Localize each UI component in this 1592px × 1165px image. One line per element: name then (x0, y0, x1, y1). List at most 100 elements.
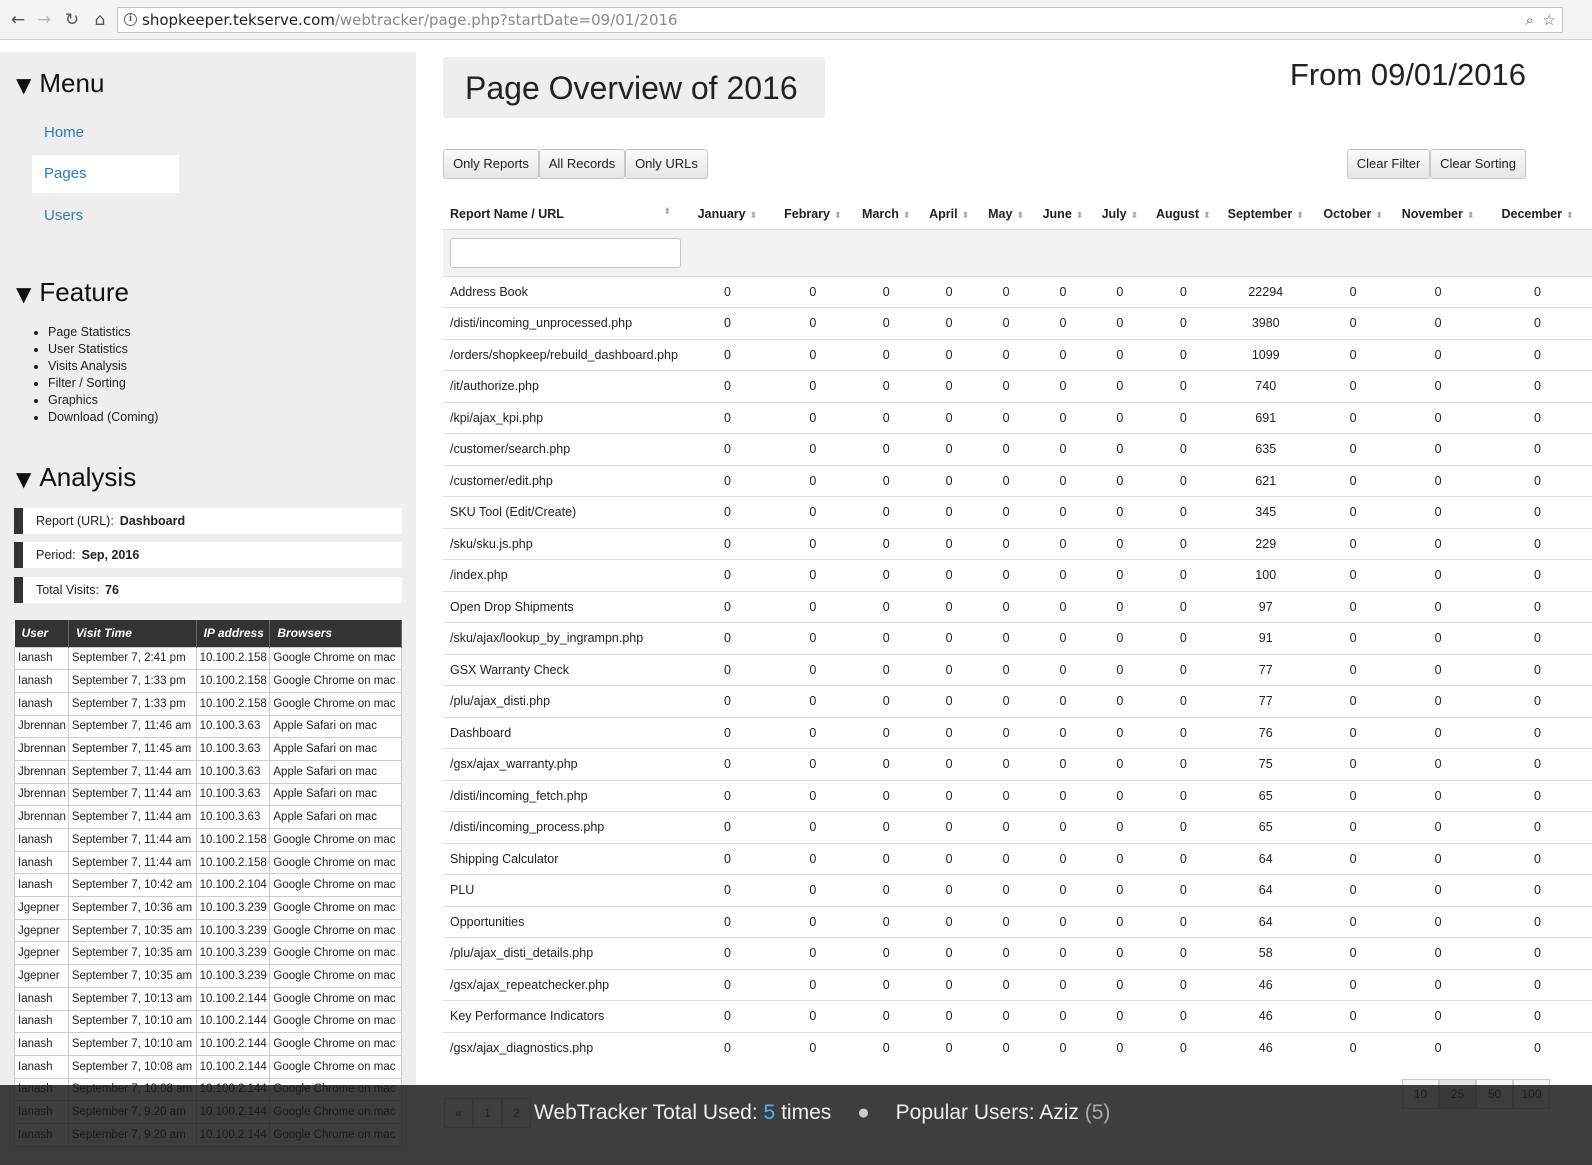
analysis-heading[interactable]: ▼ Analysis (16, 462, 136, 493)
table-row[interactable]: /sku/sku.js.php 0 0 0 0 0 0 0 0 229 0 0 0 (443, 527, 1592, 560)
sort-arrows-icon[interactable]: ⬍ (1203, 211, 1211, 221)
col-header-month[interactable]: March ⬍ (852, 199, 921, 229)
all-records-button[interactable]: All Records (539, 149, 625, 179)
month-count-cell: 0 (851, 401, 921, 434)
table-row[interactable]: /plu/ajax_disti.php 0 0 0 0 0 0 0 0 77 0 0 0 (443, 685, 1592, 717)
table-row[interactable]: /customer/edit.php 0 0 0 0 0 0 0 0 621 0 0 0 (443, 464, 1592, 497)
visit-row: Jgepner September 7, 10:35 am 10.100.3.239… (14, 918, 402, 943)
month-count-cell: 0 (1148, 559, 1219, 591)
table-row[interactable]: /plu/ajax_disti_details.php 0 0 0 0 0 0 0 0 58 0 0 0 (443, 937, 1592, 969)
footer-popular-label: Popular Users: Aziz (895, 1101, 1079, 1124)
col-header-month[interactable]: October ⬍ (1313, 199, 1393, 229)
table-row[interactable]: /it/authorize.php 0 0 0 0 0 0 0 0 740 0 0 0 (443, 370, 1592, 402)
month-count-cell: 0 (920, 622, 978, 654)
table-row[interactable]: /disti/incoming_fetch.php 0 0 0 0 0 0 0 0 65 0 0 0 (443, 779, 1592, 812)
filter-row (443, 228, 1592, 276)
table-row[interactable]: Key Performance Indicators 0 0 0 0 0 0 0 0 46 0 0 0 (443, 1000, 1592, 1032)
only-urls-button[interactable]: Only URLs (625, 149, 708, 179)
menu-heading[interactable]: ▼ Menu (16, 68, 104, 99)
home-icon[interactable]: ⌂ (90, 9, 110, 31)
sort-arrows-icon[interactable]: ⬍ (1131, 211, 1139, 221)
name-filter-input[interactable] (450, 237, 681, 268)
sort-arrows-icon[interactable]: ⬍ (962, 211, 970, 221)
sort-arrows-icon[interactable]: ⬍ (834, 211, 842, 221)
month-count-cell: 0 (851, 1031, 921, 1064)
table-row[interactable]: /gsx/ajax_repeatchecker.php 0 0 0 0 0 0 0 0 46 0 0 0 (443, 968, 1592, 1001)
table-row[interactable]: Opportunities 0 0 0 0 0 0 0 0 64 0 0 0 (443, 905, 1592, 938)
reload-icon[interactable]: ↻ (62, 9, 82, 31)
forward-arrow-icon[interactable]: → (34, 9, 54, 31)
sort-arrows-icon[interactable]: ⬍ (750, 211, 758, 221)
table-row[interactable]: /gsx/ajax_diagnostics.php 0 0 0 0 0 0 0 0 46 0 0 0 (443, 1031, 1592, 1064)
feature-item: Visits Analysis (48, 358, 158, 375)
zoom-icon[interactable]: ⌕ (1526, 8, 1534, 32)
visit-ip: 10.100.2.144 (195, 1009, 271, 1034)
feature-list: Page Statistics User Statistics Visits A… (48, 324, 158, 426)
table-row[interactable]: /gsx/ajax_warranty.php 0 0 0 0 0 0 0 0 75 0 0 0 (443, 748, 1592, 780)
table-row[interactable]: /disti/incoming_unprocessed.php 0 0 0 0 0 0 0 0 3… (443, 307, 1592, 339)
col-header-name[interactable]: Report Name / URL ⬍ (443, 199, 681, 229)
table-row[interactable]: /index.php 0 0 0 0 0 0 0 0 100 0 0 0 (443, 559, 1592, 591)
table-row[interactable]: /sku/ajax/lookup_by_ingrampn.php 0 0 0 0 0 0 0 0… (443, 622, 1592, 654)
sort-arrows-icon[interactable]: ⬍ (1016, 211, 1024, 221)
col-header-month[interactable]: May ⬍ (978, 199, 1035, 229)
sort-arrows-icon[interactable]: ⬍ (1076, 211, 1084, 221)
col-header-month[interactable]: January ⬍ (681, 199, 774, 229)
sort-arrows-icon[interactable]: ⬍ (1566, 211, 1574, 221)
col-header-month[interactable]: June ⬍ (1035, 199, 1092, 229)
row-name-cell: /gsx/ajax_diagnostics.php (443, 1031, 681, 1064)
table-row[interactable]: /customer/search.php 0 0 0 0 0 0 0 0 635 0 0 0 (443, 433, 1592, 465)
month-count-cell: 0 (1034, 685, 1092, 717)
visit-row: Jbrennan September 7, 11:44 am 10.100.3.63… (14, 805, 402, 829)
month-count-cell: 0 (681, 1000, 774, 1032)
table-row[interactable]: Dashboard 0 0 0 0 0 0 0 0 76 0 0 0 (443, 716, 1592, 749)
sort-arrows-icon[interactable]: ⬍ (903, 211, 911, 221)
table-row[interactable]: SKU Tool (Edit/Create) 0 0 0 0 0 0 0 0 345 0 0 0 (443, 496, 1592, 528)
collapse-triangle-icon: ▼ (16, 467, 32, 491)
col-header-month[interactable]: August ⬍ (1148, 199, 1218, 229)
sidebar-item-users[interactable]: Users (32, 197, 179, 235)
col-header-month[interactable]: Febrary ⬍ (774, 199, 852, 229)
table-row[interactable]: /disti/incoming_process.php 0 0 0 0 0 0 0 0 65 0 0 0 (443, 811, 1592, 843)
month-count-cell: 0 (773, 716, 852, 749)
table-row[interactable]: Address Book 0 0 0 0 0 0 0 0 22294 0 0 0 (443, 275, 1592, 308)
col-header-month[interactable]: July ⬍ (1091, 199, 1148, 229)
feature-item: Download (Coming) (48, 409, 158, 426)
month-count-cell: 0 (920, 937, 978, 969)
visit-ip: 10.100.3.63 (195, 737, 271, 761)
month-count-cell: 0 (1148, 401, 1219, 434)
clear-sorting-button[interactable]: Clear Sorting (1430, 149, 1526, 179)
sort-arrows-icon[interactable]: ⬍ (1467, 211, 1475, 221)
table-row[interactable]: /orders/shopkeep/rebuild_dashboard.php 0 0… (443, 338, 1592, 371)
sidebar-item-pages[interactable]: Pages (32, 155, 179, 193)
row-name-cell: /customer/edit.php (443, 464, 681, 497)
col-header-month[interactable]: September ⬍ (1218, 199, 1313, 229)
col-header-month[interactable]: December ⬍ (1483, 199, 1592, 229)
sort-arrows-icon[interactable]: ⬍ (1296, 211, 1304, 221)
site-info-icon[interactable]: i (124, 13, 137, 26)
month-count-cell: 0 (1313, 905, 1394, 938)
table-row[interactable]: Open Drop Shipments 0 0 0 0 0 0 0 0 97 0 0 0 (443, 590, 1592, 623)
bookmark-star-icon[interactable]: ☆ (1543, 8, 1556, 32)
table-row[interactable]: Shipping Calculator 0 0 0 0 0 0 0 0 64 0 0 0 (443, 842, 1592, 875)
table-row[interactable]: /kpi/ajax_kpi.php 0 0 0 0 0 0 0 0 691 0 0 0 (443, 401, 1592, 434)
month-count-cell: 46 (1218, 1031, 1314, 1064)
col-header-label: November (1401, 206, 1463, 221)
sort-arrows-icon[interactable]: ⬍ (663, 207, 671, 217)
table-row[interactable]: GSX Warranty Check 0 0 0 0 0 0 0 0 77 0 0 0 (443, 653, 1592, 686)
sidebar: ▼ Menu Home Pages Users ▼ Feature Page Sta… (0, 52, 416, 1165)
menu-heading-label: Menu (39, 68, 105, 98)
visit-time: September 7, 2:41 pm (67, 646, 197, 671)
clear-filter-button[interactable]: Clear Filter (1347, 149, 1430, 179)
sidebar-item-home[interactable]: Home (32, 114, 179, 152)
feature-heading[interactable]: ▼ Feature (16, 277, 129, 308)
only-reports-button[interactable]: Only Reports (443, 149, 539, 179)
table-row[interactable]: PLU 0 0 0 0 0 0 0 0 64 0 0 0 (443, 874, 1592, 906)
col-header-month[interactable]: November ⬍ (1393, 199, 1483, 229)
sort-arrows-icon[interactable]: ⬍ (1375, 211, 1383, 221)
back-arrow-icon[interactable]: ← (8, 9, 28, 31)
month-count-cell: 0 (1034, 401, 1092, 434)
month-count-cell: 0 (1091, 937, 1149, 969)
col-header-month[interactable]: April ⬍ (921, 199, 978, 229)
address-bar[interactable]: i shopkeeper.tekserve.com/webtracker/pag… (117, 7, 1563, 33)
